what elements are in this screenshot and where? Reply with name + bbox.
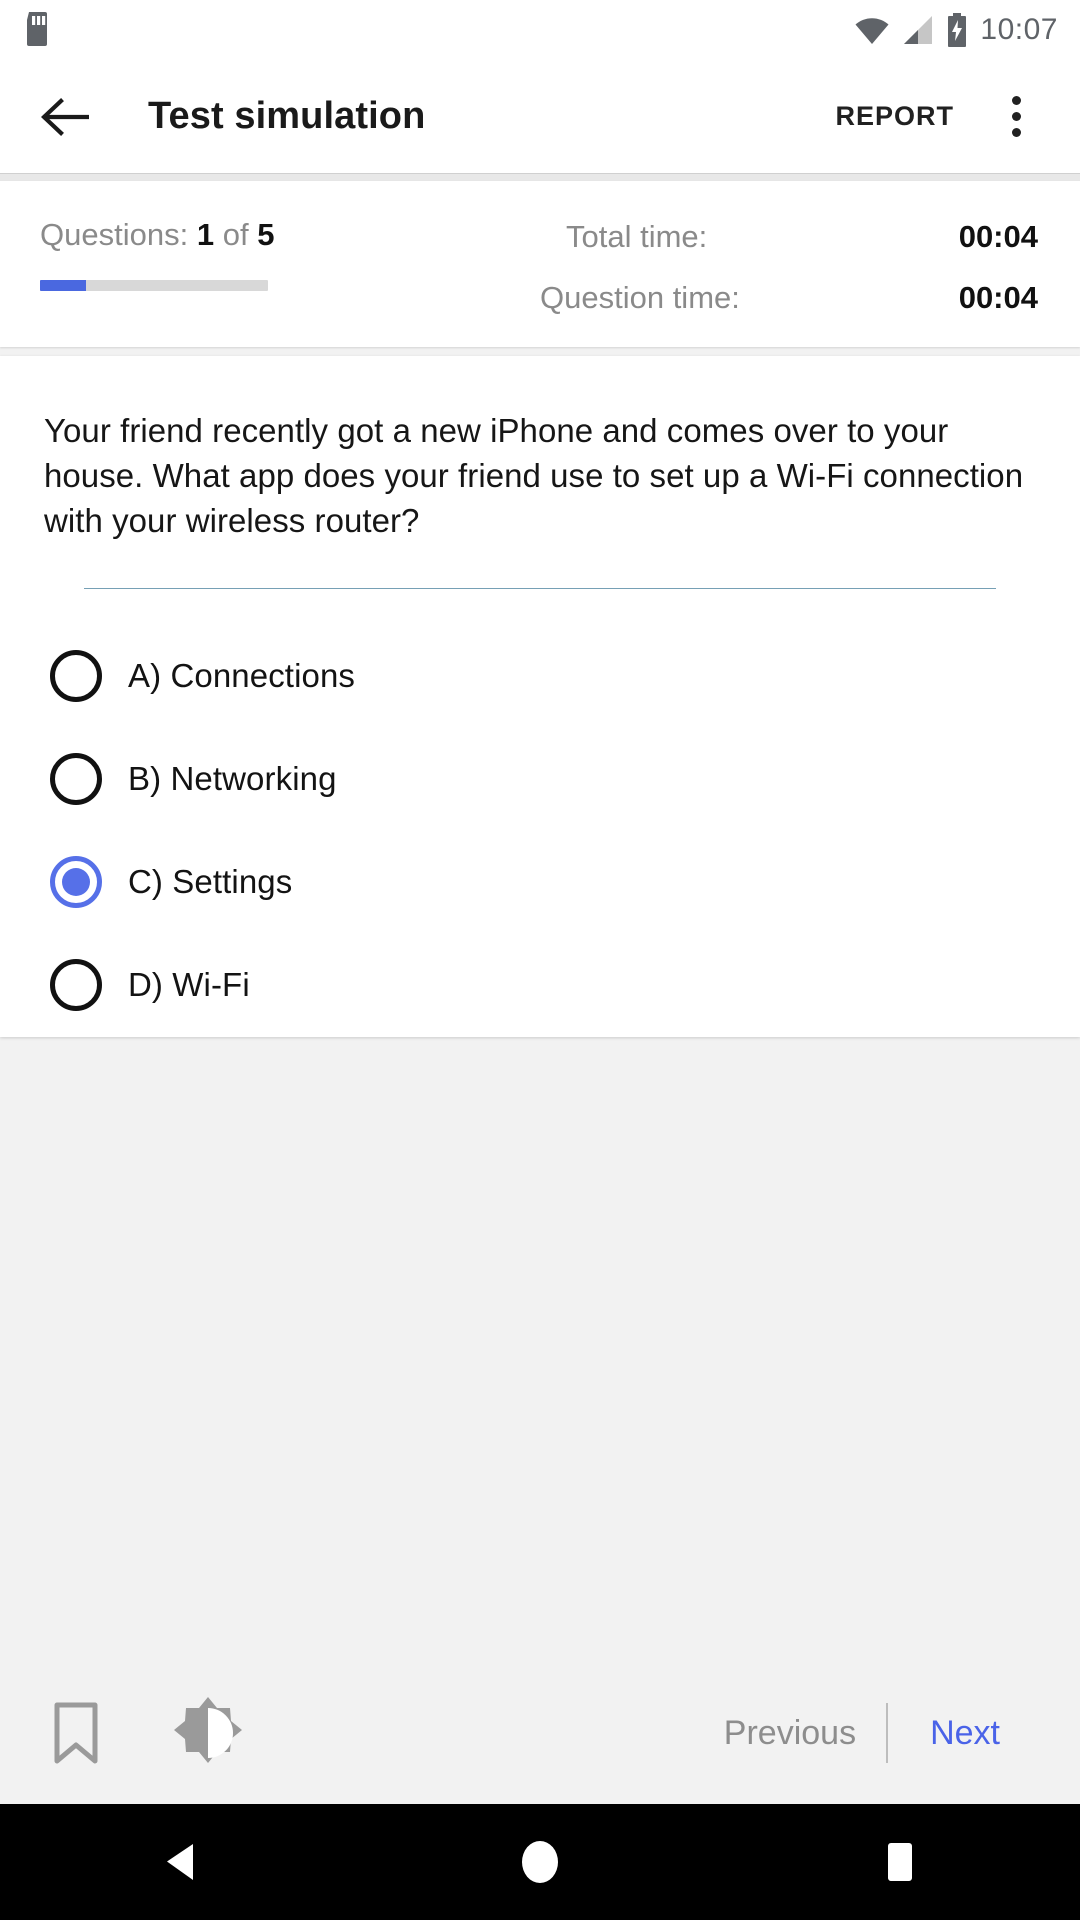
questions-progress-group: Questions: 1 of 5 xyxy=(40,217,540,347)
progress-stats-card: Questions: 1 of 5 Total time: 00:04 Ques… xyxy=(0,181,1080,347)
answer-option-label: D) Wi-Fi xyxy=(128,966,250,1004)
timers-group: Total time: 00:04 Question time: 00:04 xyxy=(540,217,1040,347)
bookmark-icon[interactable] xyxy=(52,1702,100,1764)
battery-charging-icon xyxy=(946,13,968,47)
radio-button-selected-icon[interactable] xyxy=(50,856,102,909)
question-text: Your friend recently got a new iPhone an… xyxy=(44,412,1024,540)
question-time-row: Question time: 00:04 xyxy=(540,280,1040,316)
sd-card-icon xyxy=(22,12,52,48)
status-bar-right-icons: 10:07 xyxy=(854,13,1058,47)
total-time-row: Total time: 00:04 xyxy=(540,219,1040,255)
arrow-back-icon xyxy=(41,97,89,137)
app-bar: Test simulation REPORT xyxy=(0,60,1080,173)
more-vert-icon-dot2 xyxy=(1011,112,1021,121)
answer-option-d[interactable]: D) Wi-Fi xyxy=(44,934,1036,1037)
page-title: Test simulation xyxy=(148,95,426,137)
content-spacer xyxy=(0,1036,1080,1662)
quiz-progress-bar xyxy=(40,280,268,291)
question-time-label: Question time: xyxy=(540,280,740,315)
answer-option-label: A) Connections xyxy=(128,657,356,695)
total-question-number: 5 xyxy=(257,217,275,252)
system-navigation-bar xyxy=(0,1804,1080,1920)
answer-option-c[interactable]: C) Settings xyxy=(44,831,1036,934)
quiz-progress-fill xyxy=(40,280,86,291)
answer-option-b[interactable]: B) Networking xyxy=(44,728,1036,831)
nav-back-triangle-icon xyxy=(163,1842,197,1882)
total-time-label: Total time: xyxy=(566,219,708,254)
overflow-menu-button[interactable] xyxy=(988,86,1044,148)
questions-label: Questions: xyxy=(40,217,189,252)
answer-option-label: B) Networking xyxy=(128,760,337,798)
answer-options-list: A) Connections B) Networking C) Settings D)… xyxy=(44,625,1036,1037)
radio-button-unselected-icon[interactable] xyxy=(50,650,102,703)
report-button[interactable]: REPORT xyxy=(835,101,954,132)
question-time-value: 00:04 xyxy=(958,280,1038,315)
nav-home-button[interactable] xyxy=(480,1804,600,1920)
brightness-contrast-icon[interactable] xyxy=(172,1695,244,1771)
previous-button[interactable]: Previous xyxy=(694,1714,886,1753)
navigation-buttons: Previous Next xyxy=(694,1703,1032,1763)
status-bar-left-icons xyxy=(22,12,52,48)
total-time-value: 00:04 xyxy=(958,219,1038,254)
status-bar: 10:07 xyxy=(0,0,1080,60)
next-button[interactable]: Next xyxy=(888,1714,1032,1753)
nav-recents-button[interactable] xyxy=(840,1804,960,1920)
status-bar-clock: 10:07 xyxy=(980,13,1058,46)
more-vert-icon xyxy=(1011,96,1021,105)
question-divider xyxy=(84,587,996,589)
wifi-icon xyxy=(854,15,890,45)
answer-option-a[interactable]: A) Connections xyxy=(44,625,1036,728)
nav-back-button[interactable] xyxy=(120,1804,240,1920)
current-question-number: 1 xyxy=(196,217,215,252)
app-bar-actions: REPORT xyxy=(835,86,1044,148)
radio-button-unselected-icon[interactable] xyxy=(50,753,102,806)
question-card: Your friend recently got a new iPhone an… xyxy=(0,356,1080,1037)
nav-recents-square-icon xyxy=(881,1841,919,1883)
cellular-signal-icon xyxy=(902,15,934,45)
phone-screen: 10:07 Test simulation REPORT Questions: … xyxy=(0,0,1080,1920)
bottom-toolbar-icons xyxy=(52,1695,244,1771)
nav-home-circle-icon xyxy=(518,1840,562,1884)
questions-counter: Questions: 1 of 5 xyxy=(40,217,540,253)
answer-option-label: C) Settings xyxy=(128,863,293,901)
radio-button-unselected-icon[interactable] xyxy=(50,959,102,1012)
bottom-toolbar: Previous Next xyxy=(0,1662,1080,1804)
section-gap xyxy=(0,173,1080,181)
of-label: of xyxy=(222,217,249,252)
back-button[interactable] xyxy=(34,86,96,148)
more-vert-icon-dot3 xyxy=(1011,128,1021,137)
